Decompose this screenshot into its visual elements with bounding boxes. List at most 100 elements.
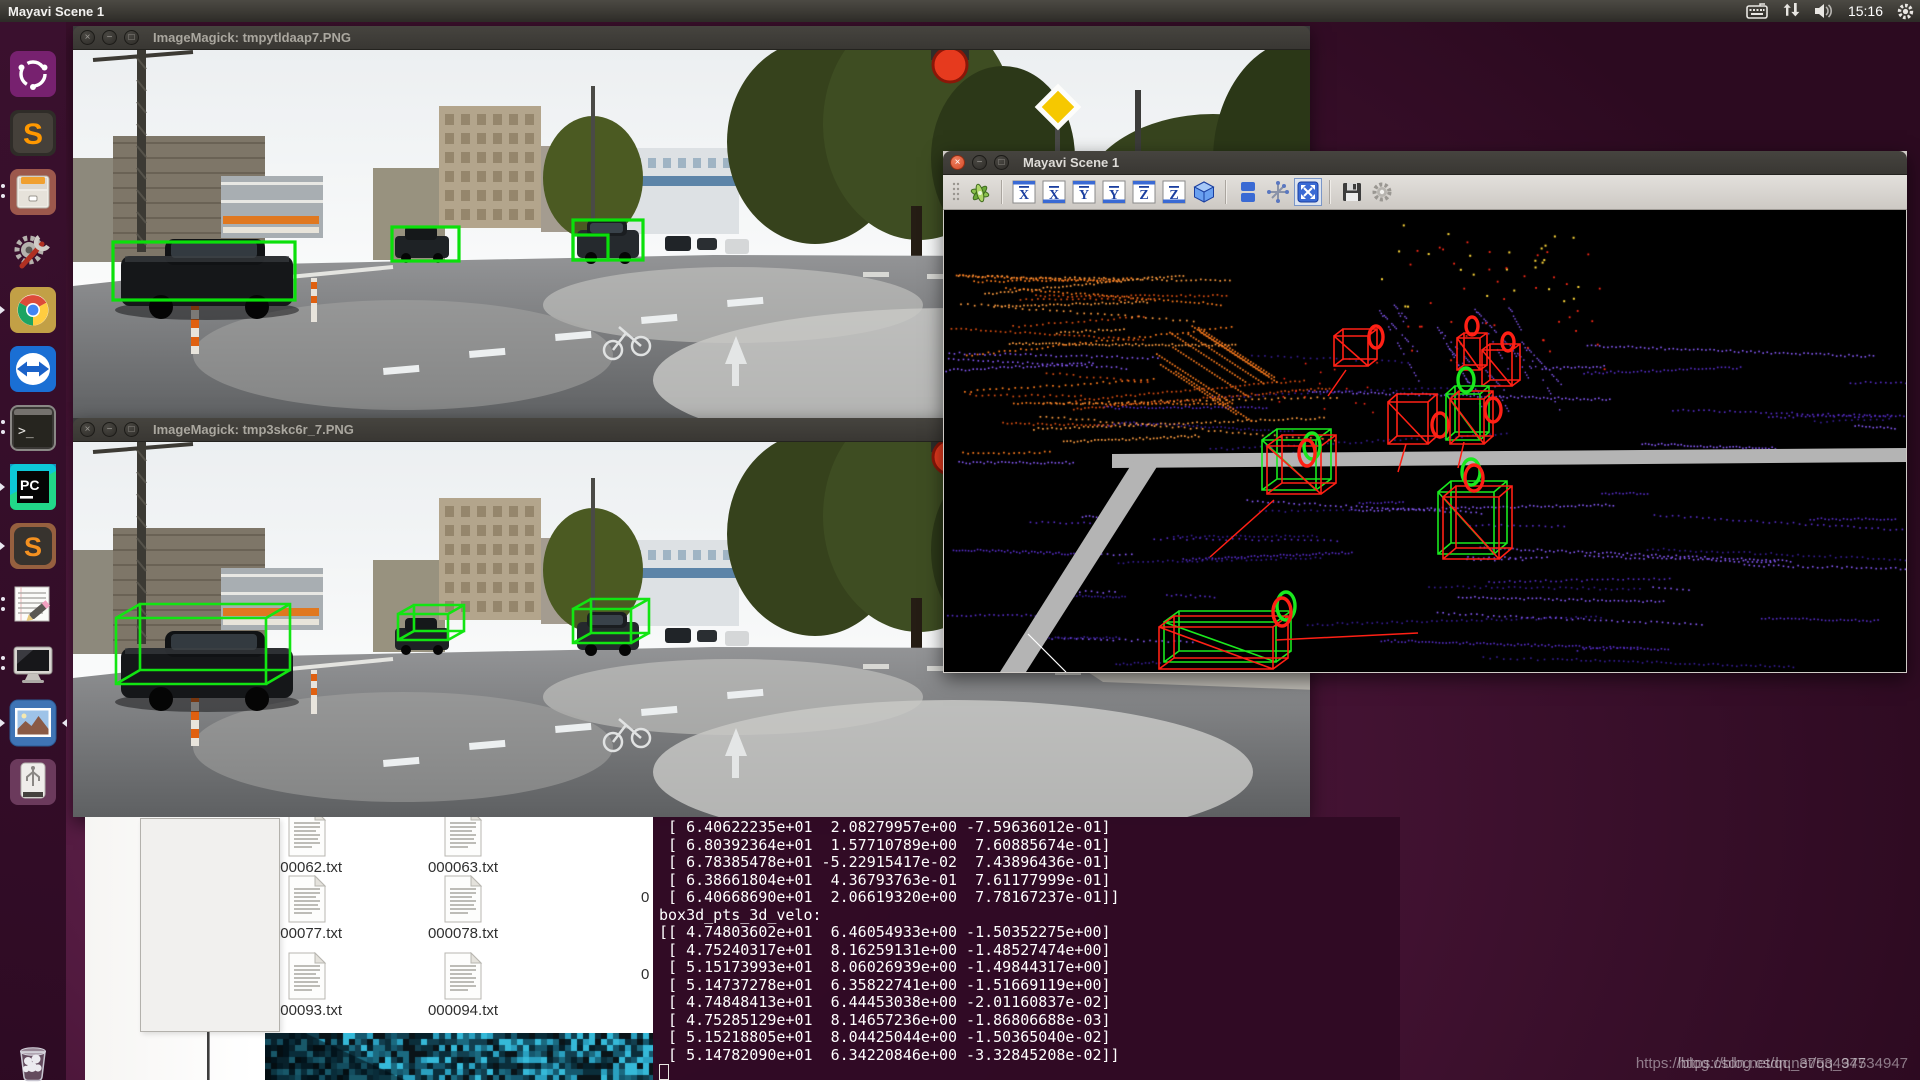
- maximize-button[interactable]: □: [994, 155, 1009, 170]
- close-button[interactable]: ×: [80, 422, 95, 437]
- terminal-line: [ 5.14737278e+01 6.35822741e+00 -1.51669…: [659, 977, 1400, 995]
- window-title: ImageMagick: tmpytldaap7.PNG: [153, 30, 351, 45]
- scene-orientation-line: [1276, 633, 1418, 640]
- gedit-icon: [9, 581, 57, 629]
- terminal-line: [ 6.78385478e+01 -5.22915417e-02 7.43896…: [659, 854, 1400, 872]
- clock[interactable]: 15:16: [1848, 3, 1883, 19]
- file-name-partial: 0: [641, 966, 649, 983]
- file-item[interactable]: 000063.txt: [403, 817, 523, 876]
- close-button[interactable]: ×: [80, 30, 95, 45]
- image-viewer-icon: [9, 699, 57, 747]
- svg-text:Y: Y: [1079, 188, 1089, 203]
- titlebar-mayavi[interactable]: × − □ Mayavi Scene 1: [943, 151, 1907, 175]
- toolbar-separator: [1001, 180, 1003, 204]
- launcher-icon-teamviewer[interactable]: [9, 345, 57, 393]
- window-mayavi: × − □ Mayavi Scene 1 XXYYZZ: [943, 151, 1907, 673]
- background-image-strip: [265, 1033, 660, 1080]
- file-manager-side-panel[interactable]: [140, 818, 280, 1032]
- terminal-line: [ 6.40668690e+01 2.06619320e+00 7.781672…: [659, 889, 1400, 907]
- text-file-icon: [443, 875, 483, 923]
- running-indicator: [1, 656, 5, 660]
- launcher-icon-system-settings[interactable]: [9, 227, 57, 275]
- file-name: 000094.txt: [403, 1002, 523, 1019]
- launcher-icon-gedit[interactable]: [9, 581, 57, 629]
- maximize-button[interactable]: □: [124, 422, 139, 437]
- chrome-icon: [9, 286, 57, 334]
- launcher-icon-image-viewer[interactable]: [9, 699, 57, 747]
- toolbar-view-y-minus-button[interactable]: Y: [1101, 179, 1127, 205]
- toolbar-drag-handle[interactable]: [951, 179, 961, 205]
- volume-icon[interactable]: [1814, 3, 1834, 19]
- toolbar-show-axes-button[interactable]: [1265, 179, 1291, 205]
- terminal-line: [ 4.75285129e+01 8.14657236e+00 -1.86806…: [659, 1012, 1400, 1030]
- svg-text:Z: Z: [1169, 188, 1178, 203]
- terminal-window[interactable]: [ 6.40622235e+01 2.08279957e+00 -7.59636…: [653, 817, 1400, 1080]
- running-indicator: [1, 420, 5, 424]
- pycharm-icon: PC: [9, 463, 57, 511]
- ubuntu-dash-icon: [9, 50, 57, 98]
- text-file-icon: [287, 952, 327, 1000]
- toolbar-view-x-plus-button[interactable]: X: [1011, 179, 1037, 205]
- sublime-text-2-icon: S: [9, 522, 57, 570]
- launcher-icon-pycharm[interactable]: PC: [9, 463, 57, 511]
- traffic-light: [931, 50, 969, 82]
- toolbar-view-x-minus-button[interactable]: X: [1041, 179, 1067, 205]
- focused-indicator: [58, 719, 67, 727]
- launcher-icon-trash[interactable]: [9, 1037, 57, 1085]
- session-gear-icon[interactable]: [1897, 3, 1914, 20]
- active-app-title: Mayavi Scene 1: [8, 4, 104, 19]
- desktop: https://blog.csdn.net/qq_37534947 https:…: [0, 0, 1920, 1080]
- launcher-icon-chrome[interactable]: [9, 286, 57, 334]
- minimize-button[interactable]: −: [102, 30, 117, 45]
- toolbar-view-z-minus-button[interactable]: Z: [1161, 179, 1187, 205]
- sublime-text-icon: S: [9, 109, 57, 157]
- toolbar-parallel-projection-button[interactable]: [1235, 179, 1261, 205]
- terminal-line: [[ 4.74803602e+01 6.46054933e+00 -1.5035…: [659, 924, 1400, 942]
- svg-text:X: X: [1049, 188, 1059, 203]
- network-arrows-icon[interactable]: [1782, 3, 1800, 19]
- running-indicator: [1, 194, 5, 198]
- terminal-line: box3d_pts_3d_velo:: [659, 907, 1400, 925]
- toolbar-separator: [1329, 180, 1331, 204]
- watermark-text: https://blog.csdn.net/qq_37534947: [1678, 1055, 1908, 1072]
- launcher-icon-sublime-text-2[interactable]: S: [9, 522, 57, 570]
- file-item[interactable]: 000094.txt: [403, 952, 523, 1019]
- minimize-button[interactable]: −: [102, 422, 117, 437]
- keyboard-indicator-icon[interactable]: [1746, 3, 1768, 19]
- file-item[interactable]: 000078.txt: [403, 875, 523, 942]
- terminal-line: [ 5.15173993e+01 8.06026939e+00 -1.49844…: [659, 959, 1400, 977]
- toolbar-view-z-plus-button[interactable]: Z: [1131, 179, 1157, 205]
- launcher-icon-sublime-text[interactable]: S: [9, 109, 57, 157]
- toolbar-save-scene-button[interactable]: [1339, 179, 1365, 205]
- text-file-icon: [443, 952, 483, 1000]
- close-button[interactable]: ×: [950, 155, 965, 170]
- launcher-icon-file-archiver[interactable]: [9, 168, 57, 216]
- svg-text:Y: Y: [1109, 188, 1119, 203]
- maximize-button[interactable]: □: [124, 30, 139, 45]
- scene-wirebox: [1446, 386, 1489, 440]
- toolbar-fullscreen-button[interactable]: [1295, 179, 1321, 205]
- trash-icon: [9, 1037, 57, 1085]
- launcher-icon-ubuntu-dash[interactable]: [9, 50, 57, 98]
- toolbar-view-isometric-button[interactable]: [1191, 179, 1217, 205]
- terminal-line: [ 4.75240317e+01 8.16259131e+00 -1.48527…: [659, 942, 1400, 960]
- terminal-icon: >_: [9, 404, 57, 452]
- scene-heading-ring: [1502, 333, 1514, 351]
- displays-icon: [9, 640, 57, 688]
- text-file-icon: [287, 817, 327, 857]
- terminal-line: [ 6.80392364e+01 1.57710789e+00 7.608856…: [659, 837, 1400, 855]
- launcher-icon-displays[interactable]: [9, 640, 57, 688]
- toolbar-configure-scene-button[interactable]: [1369, 179, 1395, 205]
- file-name: 000063.txt: [403, 859, 523, 876]
- titlebar-imagemagick-1[interactable]: × − □ ImageMagick: tmpytldaap7.PNG: [73, 26, 1310, 50]
- file-archiver-icon: [9, 168, 57, 216]
- detection-objects: [1159, 317, 1520, 669]
- running-indicator: [1, 666, 5, 670]
- launcher-icon-usb-drive[interactable]: [9, 758, 57, 806]
- minimize-button[interactable]: −: [972, 155, 987, 170]
- mayavi-3d-scene[interactable]: [944, 210, 1906, 672]
- running-indicator: [1, 430, 5, 434]
- toolbar-scene-logo-button[interactable]: [967, 179, 993, 205]
- launcher-icon-terminal[interactable]: >_: [9, 404, 57, 452]
- toolbar-view-y-plus-button[interactable]: Y: [1071, 179, 1097, 205]
